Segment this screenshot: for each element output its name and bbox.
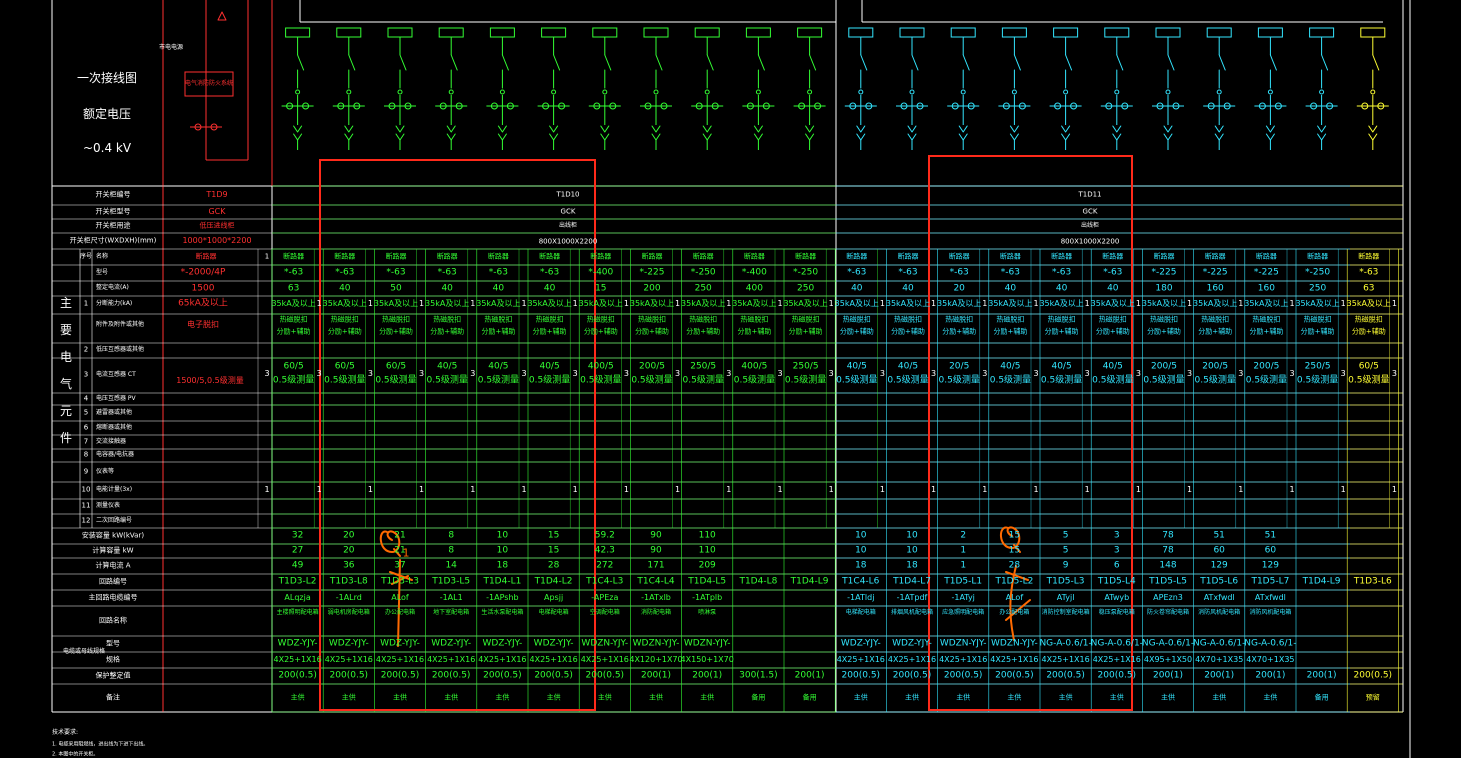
breaker-symbol xyxy=(1167,54,1175,89)
feeder-tag-box xyxy=(899,27,925,38)
breaker-symbol xyxy=(809,54,817,89)
breaker-symbol xyxy=(450,54,458,89)
contact-circle xyxy=(602,89,608,95)
feeder-tag-box xyxy=(745,27,771,38)
handwritten-mark-left xyxy=(389,559,413,647)
breaker-symbol xyxy=(1116,54,1124,89)
contact-circle xyxy=(1370,89,1376,95)
handwritten-q2 xyxy=(1000,526,1021,553)
contact-circle xyxy=(499,89,505,95)
contact-circle xyxy=(346,89,352,95)
contact-circle xyxy=(755,89,761,95)
arrow-symbol xyxy=(1265,125,1275,141)
breaker-symbol xyxy=(399,54,407,89)
feeder-tag-box xyxy=(1309,27,1335,38)
arrow-symbol xyxy=(1317,125,1327,141)
breaker-symbol xyxy=(757,54,765,89)
breaker-symbol xyxy=(1013,54,1021,89)
feeder-tag-box xyxy=(541,27,567,38)
feeder-tag-box xyxy=(1104,27,1130,38)
cad-drawing xyxy=(51,0,1411,758)
arrow-symbol xyxy=(549,125,559,141)
contact-circle xyxy=(1216,89,1222,95)
highlight-box-right xyxy=(928,155,1133,711)
breaker-symbol xyxy=(604,54,612,89)
feeder-tag-box xyxy=(694,27,720,38)
arrow-symbol xyxy=(805,125,815,141)
breaker-symbol xyxy=(553,54,561,89)
contact-circle xyxy=(653,89,659,95)
arrow-symbol xyxy=(395,125,405,141)
arrow-symbol xyxy=(497,125,507,141)
arrow-symbol xyxy=(293,125,303,141)
contact-circle xyxy=(960,89,966,95)
contact-circle xyxy=(1063,89,1069,95)
arrow-symbol xyxy=(1214,125,1224,141)
feeder-tag-box xyxy=(1257,27,1283,38)
breaker-symbol xyxy=(655,54,663,89)
arrow-symbol xyxy=(907,125,917,141)
contact-circle xyxy=(397,89,403,95)
breaker-symbol xyxy=(860,54,868,89)
breaker-symbol xyxy=(706,54,714,89)
contact-circle xyxy=(551,89,557,95)
feeder-tag-box xyxy=(336,27,362,38)
breaker-symbol xyxy=(1065,54,1073,89)
contact-circle xyxy=(704,89,710,95)
feeder-tag-box xyxy=(1360,27,1386,38)
feeder-tag-box xyxy=(797,27,823,38)
contact-circle xyxy=(1267,89,1273,95)
contact-circle xyxy=(295,89,301,95)
breaker-symbol xyxy=(1269,54,1277,89)
arrow-symbol xyxy=(1009,125,1019,141)
contact-circle xyxy=(1011,89,1017,95)
handwritten-mark-right xyxy=(1005,565,1031,641)
breaker-symbol xyxy=(501,54,509,89)
arrow-symbol xyxy=(600,125,610,141)
arrow-symbol xyxy=(344,125,354,141)
fire-system-box xyxy=(184,71,234,97)
feeder-tag-box xyxy=(387,27,413,38)
contact-circle xyxy=(448,89,454,95)
feeder-tag-box xyxy=(1155,27,1181,38)
arrow-symbol xyxy=(1163,125,1173,141)
contact-circle xyxy=(909,89,915,95)
feeder-tag-box xyxy=(643,27,669,38)
arrow-symbol xyxy=(446,125,456,141)
breaker-symbol xyxy=(911,54,919,89)
contact-circle xyxy=(807,89,813,95)
arrow-symbol xyxy=(753,125,763,141)
contact-circle xyxy=(1319,89,1325,95)
feeder-tag-box xyxy=(1053,27,1079,38)
incoming-arrow xyxy=(217,11,227,21)
breaker-symbol xyxy=(1372,54,1380,89)
arrow-symbol xyxy=(958,125,968,141)
feeder-tag-box xyxy=(1001,27,1027,38)
contact-circle xyxy=(858,89,864,95)
feeder-tag-box xyxy=(438,27,464,38)
arrow-symbol xyxy=(651,125,661,141)
arrow-symbol xyxy=(1061,125,1071,141)
breaker-symbol xyxy=(297,54,305,89)
contact-circle xyxy=(1114,89,1120,95)
feeder-tag-box xyxy=(1206,27,1232,38)
feeder-tag-box xyxy=(285,27,311,38)
arrow-symbol xyxy=(702,125,712,141)
feeder-tag-box xyxy=(592,27,618,38)
breaker-symbol xyxy=(1321,54,1329,89)
breaker-symbol xyxy=(348,54,356,89)
breaker-symbol xyxy=(962,54,970,89)
arrow-symbol xyxy=(1368,125,1378,141)
arrow-symbol xyxy=(1112,125,1122,141)
feeder-tag-box xyxy=(950,27,976,38)
contact-circle xyxy=(1165,89,1171,95)
feeder-tag-box xyxy=(848,27,874,38)
arrow-symbol xyxy=(856,125,866,141)
breaker-symbol xyxy=(1218,54,1226,89)
feeder-tag-box xyxy=(489,27,515,38)
